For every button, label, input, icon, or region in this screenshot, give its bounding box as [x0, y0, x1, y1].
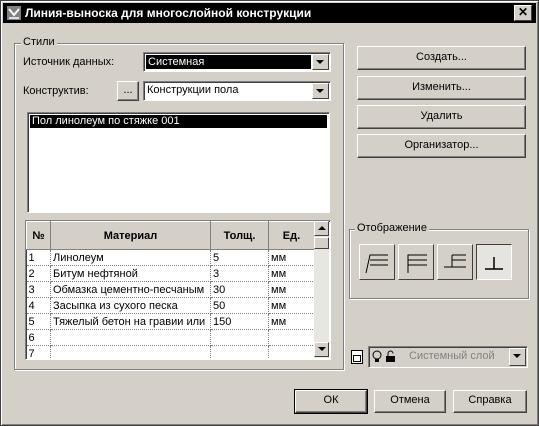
data-source-selected: Системная — [146, 55, 311, 69]
chevron-down-icon[interactable] — [312, 83, 329, 99]
leader-perpendicular-icon — [485, 257, 503, 270]
create-button[interactable]: Создать... — [357, 46, 526, 70]
construct-combo[interactable]: Конструкции пола — [143, 81, 331, 101]
layer-combo[interactable]: Системный слой — [368, 346, 528, 368]
material-cell[interactable]: Засыпка из сухого песка — [50, 297, 211, 314]
thickness-cell[interactable]: 50 — [210, 297, 269, 314]
table-row[interactable]: 6 — [26, 329, 315, 346]
data-source-combo[interactable]: Системная — [143, 52, 331, 72]
unit-cell[interactable]: мм — [268, 313, 315, 330]
table-row[interactable]: 2 Битум нефтяной 3 мм — [26, 265, 315, 282]
row-number: 5 — [26, 313, 51, 330]
material-cell[interactable] — [50, 345, 211, 359]
row-number: 3 — [26, 281, 51, 298]
title-bar[interactable]: Линия-выноска для многослойной конструкц… — [3, 3, 536, 23]
row-number: 6 — [26, 329, 51, 346]
dialog-window: Линия-выноска для многослойной конструкц… — [0, 0, 539, 426]
scroll-up-icon[interactable] — [314, 221, 329, 236]
thickness-cell[interactable]: 3 — [210, 265, 269, 282]
close-button[interactable]: ✕ — [514, 5, 532, 21]
row-number: 2 — [26, 265, 51, 282]
table-scrollbar[interactable] — [314, 221, 329, 358]
materials-table-frame: № Материал Толщ. Ед. 1 Линолеум 5 мм 2 Битум… — [25, 220, 331, 360]
col-header-material[interactable]: Материал — [50, 221, 211, 250]
chevron-down-icon[interactable] — [312, 54, 329, 70]
construct-label: Конструктив: — [23, 85, 89, 97]
material-cell[interactable] — [50, 329, 211, 346]
col-header-unit[interactable]: Ед. — [268, 221, 315, 250]
thickness-cell[interactable]: 30 — [210, 281, 269, 298]
delete-button[interactable]: Удалить — [357, 105, 526, 129]
table-row[interactable]: 7 — [26, 345, 315, 359]
leader-straight-icon — [444, 254, 466, 268]
materials-table: № Материал Толщ. Ед. 1 Линолеум 5 мм 2 Битум… — [26, 221, 315, 359]
styles-list[interactable]: Пол линолеум по стяжке 001 — [27, 112, 330, 213]
display-group-label: Отображение — [355, 222, 429, 234]
table-row[interactable]: 5 Тяжелый бетон на гравии или 150 мм — [26, 313, 315, 330]
browse-button[interactable]: ... — [117, 81, 139, 101]
row-number: 4 — [26, 297, 51, 314]
unit-cell[interactable]: мм — [268, 297, 315, 314]
table-row[interactable]: 1 Линолеум 5 мм — [26, 249, 315, 266]
material-cell[interactable]: Битум нефтяной — [50, 265, 211, 282]
thickness-cell[interactable] — [210, 345, 269, 359]
list-item[interactable]: Пол линолеум по стяжке 001 — [30, 115, 327, 128]
unit-cell[interactable] — [268, 345, 315, 359]
help-button[interactable]: Справка — [453, 390, 527, 413]
layer-value: Системный слой — [409, 350, 495, 362]
leader-straight-button[interactable] — [437, 244, 473, 280]
material-cell[interactable]: Обмазка цементно-песчаным — [50, 281, 211, 298]
thickness-cell[interactable]: 5 — [210, 249, 269, 266]
cancel-button[interactable]: Отмена — [374, 390, 446, 413]
window-title: Линия-выноска для многослойной конструкц… — [25, 6, 312, 20]
row-number: 1 — [26, 249, 51, 266]
bulb-icon[interactable] — [372, 350, 382, 367]
material-cell[interactable]: Линолеум — [50, 249, 211, 266]
leader-bent-left-button[interactable] — [359, 244, 395, 280]
ok-button[interactable]: ОК — [294, 389, 368, 414]
leader-perpendicular-button[interactable] — [476, 244, 512, 280]
table-header-row: № Материал Толщ. Ед. — [26, 221, 315, 250]
organizer-button[interactable]: Организатор... — [357, 134, 526, 158]
layer-sheet-icon — [351, 350, 363, 367]
row-number: 7 — [26, 345, 51, 359]
thickness-cell[interactable]: 150 — [210, 313, 269, 330]
app-icon — [6, 5, 22, 21]
unit-cell[interactable]: мм — [268, 249, 315, 266]
col-header-thickness[interactable]: Толщ. — [210, 221, 269, 250]
construct-value: Конструкции пола — [147, 84, 239, 96]
unit-cell[interactable] — [268, 329, 315, 346]
lock-icon[interactable] — [385, 350, 396, 366]
table-row[interactable]: 4 Засыпка из сухого песка 50 мм — [26, 297, 315, 314]
unit-cell[interactable]: мм — [268, 265, 315, 282]
scroll-thumb[interactable] — [314, 237, 329, 249]
chevron-down-icon[interactable] — [509, 348, 526, 366]
col-header-number[interactable]: № — [26, 221, 51, 250]
thickness-cell[interactable] — [210, 329, 269, 346]
edit-button[interactable]: Изменить... — [357, 76, 526, 100]
material-cell[interactable]: Тяжелый бетон на гравии или — [50, 313, 211, 330]
styles-group-label: Стили — [21, 36, 57, 48]
table-row[interactable]: 3 Обмазка цементно-песчаным 30 мм — [26, 281, 315, 298]
scroll-down-icon[interactable] — [314, 342, 329, 357]
leader-bent-right-button[interactable] — [398, 244, 434, 280]
leader-bent-left-icon — [365, 254, 388, 274]
unit-cell[interactable]: мм — [268, 281, 315, 298]
leader-bent-right-icon — [407, 254, 427, 273]
data-source-label: Источник данных: — [23, 56, 115, 68]
